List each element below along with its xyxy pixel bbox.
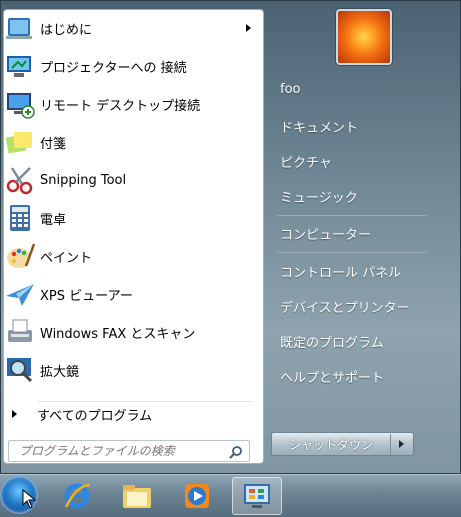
program-label: プロジェクターへの 接続 <box>40 60 187 76</box>
shutdown-button[interactable]: シャットダウン <box>272 436 390 453</box>
right-item-documents[interactable]: ドキュメント <box>280 117 358 136</box>
fax-scanner-icon <box>8 319 32 342</box>
right-item-user-folder[interactable]: foo <box>280 82 300 97</box>
search-box[interactable] <box>8 440 250 462</box>
program-label: 付箋 <box>40 136 67 152</box>
scissors-icon <box>6 167 33 195</box>
all-programs-label: すべてのプログラム <box>37 408 153 424</box>
right-item-pictures[interactable]: ピクチャ <box>280 152 332 171</box>
program-item-remote-desktop[interactable]: リモート デスクトップ接続 <box>4 86 263 122</box>
program-item-magnifier[interactable]: 拡大鏡 <box>4 352 263 388</box>
program-label: 拡大鏡 <box>40 364 80 380</box>
shutdown-button-group: シャットダウン <box>271 432 414 456</box>
calculator-icon <box>10 205 30 231</box>
right-divider <box>277 215 427 216</box>
projector-icon <box>7 56 31 77</box>
program-item-sticky-notes[interactable]: 付箋 <box>4 124 263 160</box>
media-player-icon <box>185 484 209 508</box>
program-item-fax-scan[interactable]: Windows FAX とスキャン <box>4 314 263 350</box>
file-explorer-icon <box>123 485 151 508</box>
program-label: リモート デスクトップ接続 <box>40 98 201 114</box>
taskbar-explorer-button[interactable] <box>112 477 162 515</box>
getting-started-icon <box>6 18 32 39</box>
program-item-paint[interactable]: ペイント <box>4 238 263 274</box>
program-label: XPS ビューアー <box>40 288 133 304</box>
all-programs-button[interactable]: すべてのプログラム <box>4 403 263 425</box>
programs-divider <box>38 401 252 402</box>
right-divider <box>277 252 427 253</box>
shutdown-divider <box>390 434 391 454</box>
program-item-getting-started[interactable]: はじめに <box>4 10 263 46</box>
programs-pane: はじめに プロジェクターへの 接続 リモート デスクトップ接続 付箋 Snipp… <box>3 9 264 464</box>
program-label: Snipping Tool <box>40 172 127 188</box>
remote-desktop-icon <box>7 93 35 119</box>
program-label: 電卓 <box>40 212 67 228</box>
program-label: ペイント <box>40 250 93 266</box>
submenu-arrow-icon <box>246 24 251 32</box>
search-icon[interactable] <box>229 445 243 459</box>
taskbar-control-panel-button[interactable] <box>232 477 282 515</box>
right-item-computer[interactable]: コンピューター <box>280 224 371 243</box>
taskbar-ie-button[interactable] <box>52 477 102 515</box>
program-label: Windows FAX とスキャン <box>40 326 196 342</box>
taskbar-media-player-button[interactable] <box>172 477 222 515</box>
sticky-notes-icon <box>5 132 32 154</box>
right-item-default-programs[interactable]: 既定のプログラム <box>280 332 384 351</box>
taskbar <box>0 474 461 517</box>
program-item-projector[interactable]: プロジェクターへの 接続 <box>4 48 263 84</box>
program-item-calculator[interactable]: 電卓 <box>4 200 263 236</box>
control-panel-icon <box>244 484 270 508</box>
search-input[interactable] <box>17 443 231 459</box>
program-item-snipping-tool[interactable]: Snipping Tool <box>4 162 263 198</box>
program-item-xps-viewer[interactable]: XPS ビューアー <box>4 276 263 312</box>
right-item-devices-printers[interactable]: デバイスとプリンター <box>280 297 410 316</box>
start-menu: はじめに プロジェクターへの 接続 リモート デスクトップ接続 付箋 Snipp… <box>0 0 461 474</box>
paint-palette-icon <box>7 243 36 268</box>
internet-explorer-icon <box>64 483 91 509</box>
right-item-music[interactable]: ミュージック <box>280 187 358 206</box>
shutdown-options-arrow-icon[interactable] <box>399 440 404 448</box>
right-item-help-support[interactable]: ヘルプとサポート <box>280 367 384 386</box>
mouse-cursor-icon <box>22 489 36 509</box>
program-label: はじめに <box>40 22 93 38</box>
expand-arrow-icon <box>12 410 17 418</box>
xps-viewer-icon <box>6 284 34 306</box>
right-item-control-panel[interactable]: コントロール パネル <box>280 262 401 281</box>
user-picture[interactable] <box>336 9 392 65</box>
magnifier-icon <box>7 358 33 383</box>
